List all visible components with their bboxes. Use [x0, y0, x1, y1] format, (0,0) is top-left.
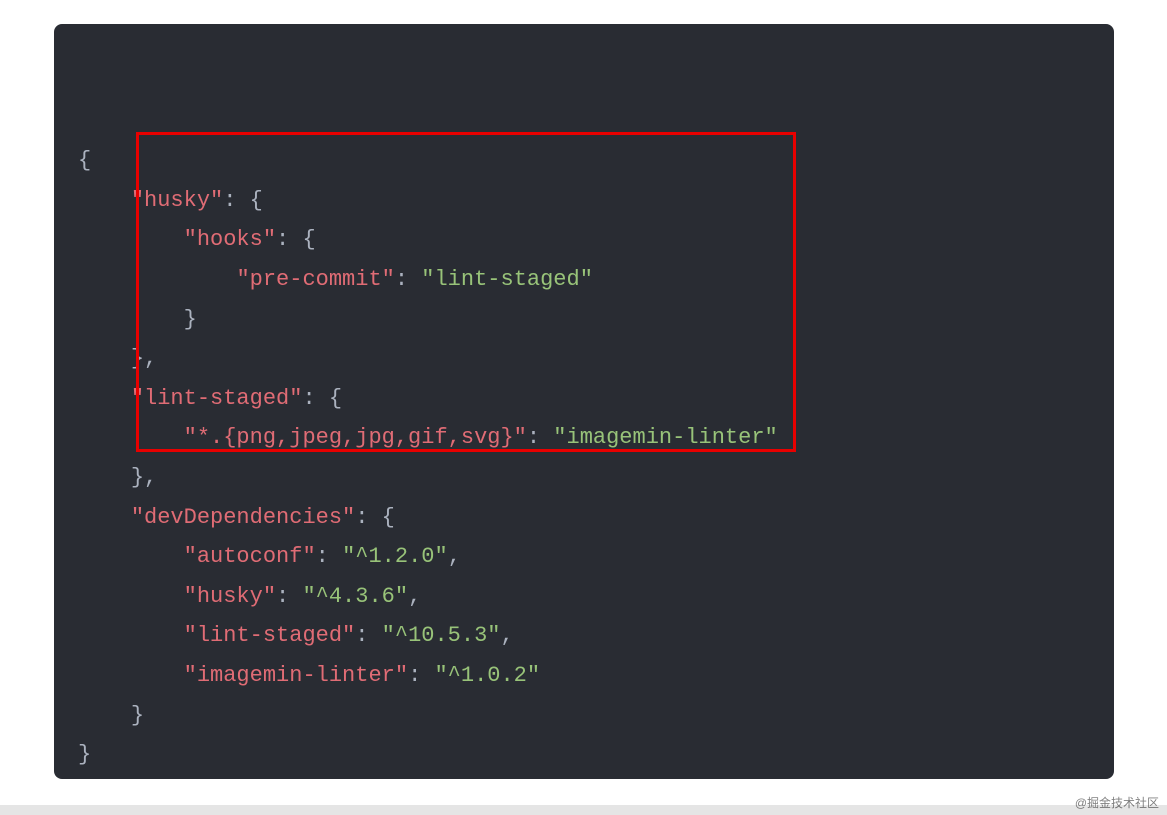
code-token: : — [408, 663, 434, 688]
code-token: "lint-staged" — [421, 267, 593, 292]
code-token: "^10.5.3" — [382, 623, 501, 648]
code-token: : — [527, 425, 553, 450]
code-token: "^4.3.6" — [302, 584, 408, 609]
code-token: : — [276, 584, 302, 609]
code-token: , — [408, 584, 421, 609]
code-token: }, — [131, 465, 157, 490]
code-token: : — [316, 544, 342, 569]
code-token: , — [501, 623, 514, 648]
code-token: "pre-commit" — [236, 267, 394, 292]
code-token: "imagemin-linter" — [553, 425, 777, 450]
code-line: }, — [78, 458, 1090, 498]
code-line: "*.{png,jpeg,jpg,gif,svg}": "imagemin-li… — [78, 418, 1090, 458]
code-token: "autoconf" — [184, 544, 316, 569]
code-token: : — [302, 386, 328, 411]
code-token: : — [276, 227, 302, 252]
code-token: "husky" — [184, 584, 276, 609]
code-line: "devDependencies": { — [78, 498, 1090, 538]
code-token: "*.{png,jpeg,jpg,gif,svg}" — [184, 425, 527, 450]
code-token: { — [250, 188, 263, 213]
code-line: } — [78, 735, 1090, 775]
code-line: "pre-commit": "lint-staged" — [78, 260, 1090, 300]
canvas: { "husky": { "hooks": { "pre-commit": "l… — [0, 0, 1167, 815]
code-token: : — [355, 505, 381, 530]
code-line: "autoconf": "^1.2.0", — [78, 537, 1090, 577]
code-token: "lint-staged" — [184, 623, 356, 648]
code-lines: { "husky": { "hooks": { "pre-commit": "l… — [78, 141, 1090, 775]
code-line: "husky": "^4.3.6", — [78, 577, 1090, 617]
code-token: : — [395, 267, 421, 292]
code-token: "imagemin-linter" — [184, 663, 408, 688]
code-line: "lint-staged": { — [78, 379, 1090, 419]
code-line: "lint-staged": "^10.5.3", — [78, 616, 1090, 656]
code-line: }, — [78, 339, 1090, 379]
watermark: @掘金技术社区 — [1075, 794, 1159, 811]
code-token: "^1.2.0" — [342, 544, 448, 569]
code-token: , — [448, 544, 461, 569]
code-token: { — [78, 148, 91, 173]
code-token: : — [355, 623, 381, 648]
code-line: } — [78, 300, 1090, 340]
code-token: { — [382, 505, 395, 530]
code-line: { — [78, 141, 1090, 181]
code-token: "lint-staged" — [131, 386, 303, 411]
code-token: { — [302, 227, 315, 252]
code-block: { "husky": { "hooks": { "pre-commit": "l… — [54, 24, 1114, 779]
code-token: "hooks" — [184, 227, 276, 252]
code-token: "^1.0.2" — [434, 663, 540, 688]
code-line: } — [78, 696, 1090, 736]
code-token: "husky" — [131, 188, 223, 213]
code-line: "hooks": { — [78, 220, 1090, 260]
code-line: "husky": { — [78, 181, 1090, 221]
code-token: } — [184, 307, 197, 332]
code-token: }, — [131, 346, 157, 371]
code-token: } — [131, 703, 144, 728]
code-token: : — [223, 188, 249, 213]
bottom-strip — [0, 805, 1167, 815]
code-token: } — [78, 742, 91, 767]
code-line: "imagemin-linter": "^1.0.2" — [78, 656, 1090, 696]
code-token: "devDependencies" — [131, 505, 355, 530]
code-token: { — [329, 386, 342, 411]
